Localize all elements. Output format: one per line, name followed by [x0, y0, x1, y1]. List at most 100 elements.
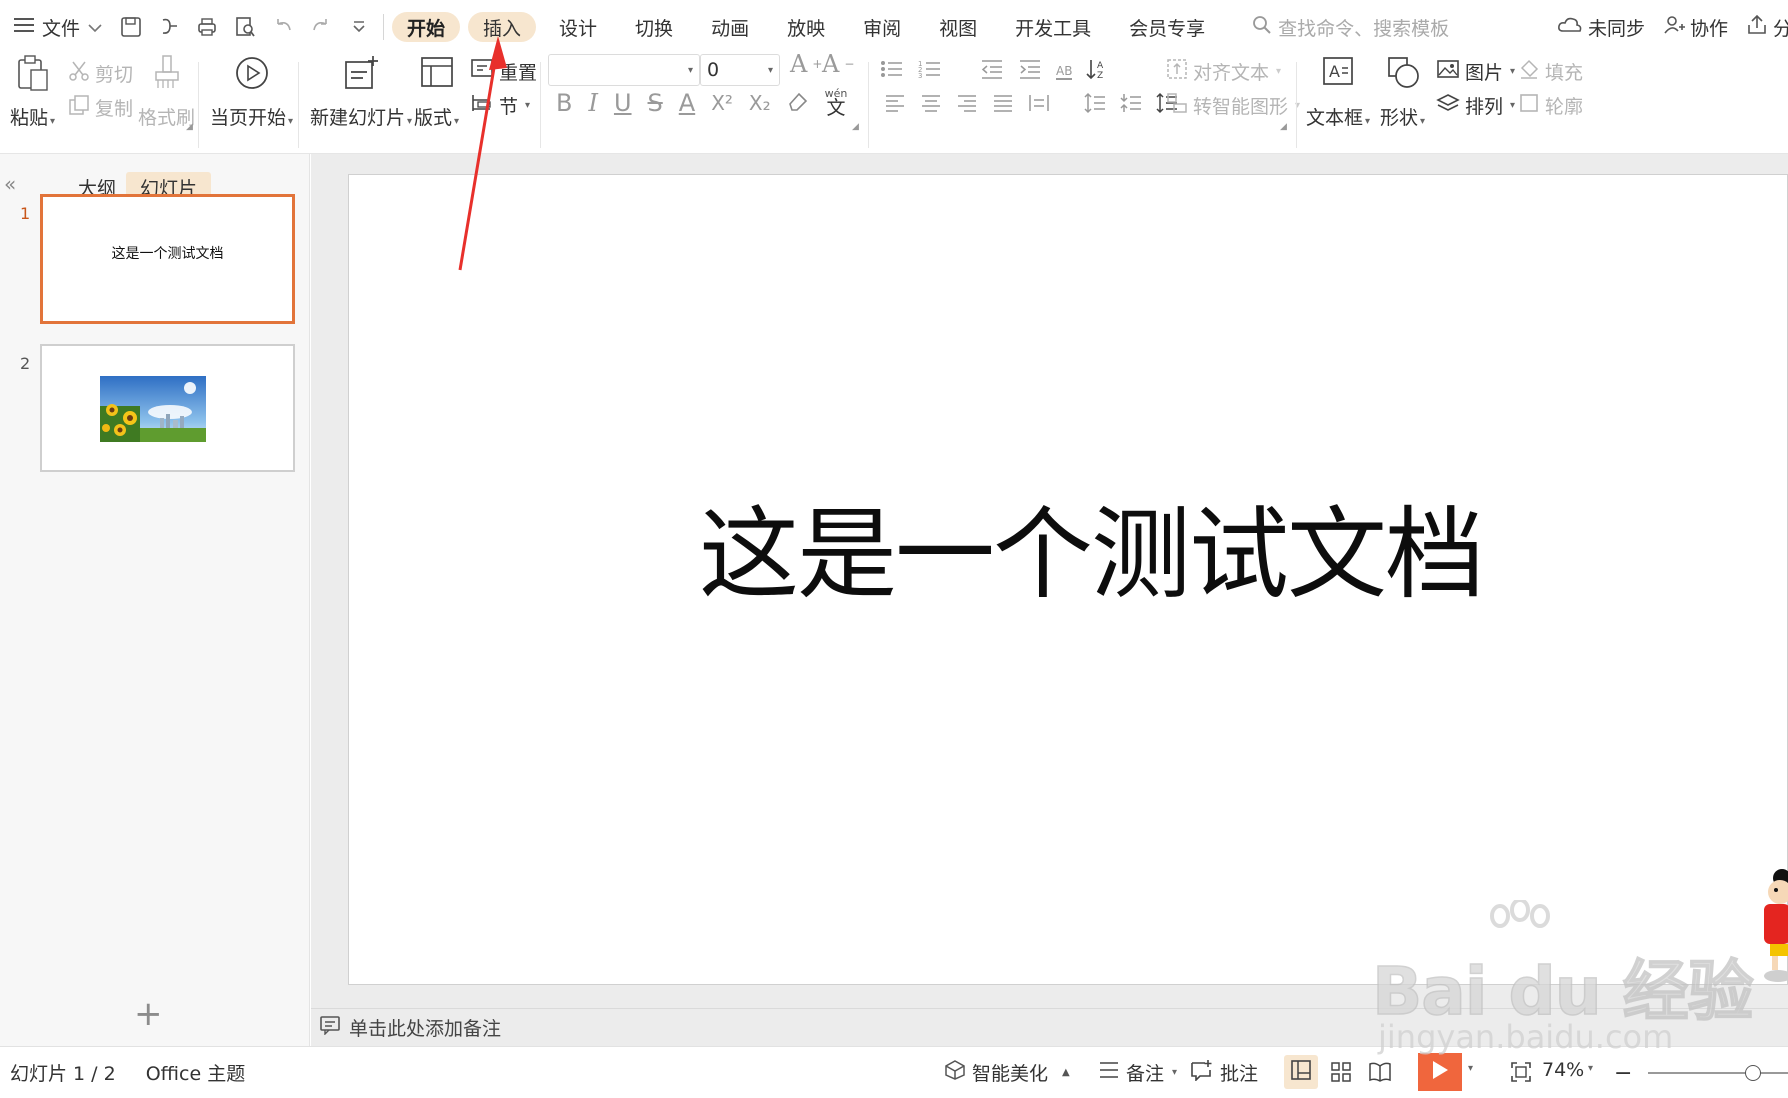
tab-label: 会员专享 [1129, 17, 1206, 40]
smartart-label: 转智能图形 [1193, 96, 1289, 118]
collab-button[interactable]: 协作 [1663, 14, 1728, 41]
tab-7[interactable]: 视图 [924, 12, 992, 42]
fill-button[interactable]: 填充 [1518, 58, 1583, 85]
slide-sorter-icon[interactable] [1330, 1061, 1352, 1088]
new-slide-button[interactable]: 新建幻灯片 ▾ [310, 54, 412, 130]
shrink-font-button[interactable]: A − [822, 50, 854, 78]
smart-beautify-button[interactable]: 智能美化 ▲ [944, 1059, 1070, 1086]
smartart-button[interactable]: 转智能图形 ▾ [1166, 92, 1300, 119]
font-color-button[interactable]: A [679, 89, 695, 117]
tab-3[interactable]: 切换 [620, 12, 688, 42]
font-name-select[interactable]: ▾ [548, 54, 700, 86]
increase-indent-icon[interactable] [1018, 58, 1042, 85]
comments-button[interactable]: 批注 [1190, 1059, 1258, 1086]
bold-button[interactable]: B [556, 89, 572, 117]
tab-5[interactable]: 放映 [772, 12, 840, 42]
picture-button[interactable]: 图片 ▾ [1436, 58, 1515, 85]
bullets-icon[interactable] [880, 58, 904, 85]
zoom-level[interactable]: 74% [1542, 1059, 1584, 1081]
italic-button[interactable]: I [588, 89, 597, 117]
copy-icon [68, 94, 90, 121]
arrange-button[interactable]: 排列 ▾ [1436, 92, 1515, 119]
underline-button[interactable]: U [614, 89, 632, 117]
customize-toolbar-icon[interactable] [343, 11, 375, 43]
sync-button[interactable]: 未同步 [1557, 14, 1645, 41]
section-label: 节 [499, 96, 519, 118]
tab-9[interactable]: 会员专享 [1114, 12, 1220, 42]
align-left-icon[interactable] [884, 92, 906, 119]
dialog-launcher-icon[interactable]: ◢ [852, 122, 859, 132]
print-icon[interactable] [191, 11, 223, 43]
subscript-button[interactable]: X₂ [749, 91, 771, 115]
collapse-pane-icon[interactable]: « [4, 172, 16, 196]
tab-label: 动画 [711, 17, 750, 40]
normal-view-button[interactable] [1284, 1055, 1318, 1089]
shape-button[interactable]: 形状 ▾ [1380, 54, 1425, 130]
copy-button[interactable]: 复制 [68, 94, 133, 121]
tab-1[interactable]: 插入 [468, 12, 537, 42]
slideshow-options-icon[interactable]: ▾ [1468, 1063, 1473, 1074]
comments-label: 批注 [1220, 1063, 1259, 1085]
svg-text:A: A [1329, 62, 1340, 81]
file-menu[interactable]: 文件 [0, 0, 115, 54]
print-preview-icon[interactable] [229, 11, 261, 43]
font-size-select[interactable]: 0 ▾ [700, 54, 780, 86]
tab-2[interactable]: 设计 [544, 12, 612, 42]
slide-thumbnail-2[interactable] [40, 344, 295, 472]
paragraph-row-2 [884, 92, 1182, 119]
tab-8[interactable]: 开发工具 [1000, 12, 1106, 42]
line-spacing-icon[interactable] [1084, 92, 1106, 119]
text-box-button[interactable]: A 文本框 ▾ [1306, 54, 1370, 130]
zoom-out-button[interactable]: − [1614, 1061, 1632, 1086]
tab-6[interactable]: 审阅 [848, 12, 916, 42]
tab-0[interactable]: 开始 [392, 12, 461, 42]
paragraph-spacing-icon[interactable] [1120, 92, 1142, 119]
distribute-icon[interactable] [1028, 92, 1050, 119]
tab-4[interactable]: 动画 [696, 12, 764, 42]
shrink-font-icon: A [822, 50, 840, 78]
slide-thumbnail-1[interactable]: 这是一个测试文档 [40, 194, 295, 324]
numbering-icon[interactable]: 123 [918, 58, 942, 85]
align-right-icon[interactable] [956, 92, 978, 119]
export-pdf-icon[interactable] [153, 11, 185, 43]
redo-icon[interactable] [305, 11, 337, 43]
sort-icon[interactable]: AZ [1086, 58, 1114, 85]
save-icon[interactable] [115, 11, 147, 43]
play-from-current-button[interactable]: 当页开始 ▾ [210, 54, 293, 130]
dialog-launcher-icon[interactable]: ◢ [1280, 122, 1287, 132]
add-slide-button[interactable]: + [134, 994, 163, 1034]
search-box[interactable]: 查找命令、搜索模板 [1252, 14, 1449, 41]
fit-window-icon[interactable] [1510, 1061, 1532, 1088]
justify-icon[interactable] [992, 92, 1014, 119]
outline-button[interactable]: 轮廓 [1518, 92, 1583, 119]
slide-title-text[interactable]: 这是一个测试文档 [349, 473, 1787, 618]
slide-canvas[interactable]: 这是一个测试文档 [348, 174, 1788, 985]
share-button[interactable]: 分 [1746, 14, 1788, 41]
align-text-button[interactable]: 对齐文本 ▾ [1166, 58, 1281, 85]
section-button[interactable]: 节 ▾ [470, 92, 530, 119]
undo-icon[interactable] [267, 11, 299, 43]
decrease-indent-icon[interactable] [980, 58, 1004, 85]
dialog-launcher-icon[interactable]: ◢ [186, 122, 193, 132]
picture-icon [1436, 58, 1460, 85]
theme-name[interactable]: Office 主题 [146, 1059, 246, 1086]
superscript-button[interactable]: X² [711, 91, 733, 115]
layers-icon [1436, 92, 1460, 119]
strikethrough-button[interactable]: S [648, 89, 663, 117]
chevron-down-icon [88, 16, 102, 38]
cut-button[interactable]: 剪切 [68, 60, 133, 87]
layout-button[interactable]: 版式 ▾ [414, 54, 459, 130]
eraser-icon[interactable] [787, 90, 809, 117]
phonetic-guide-button[interactable]: wén 文 [825, 88, 848, 118]
format-painter-button[interactable]: 格式刷 [138, 54, 195, 130]
align-center-icon[interactable] [920, 92, 942, 119]
paste-button[interactable]: 粘贴 ▾ [10, 54, 55, 130]
grow-font-button[interactable]: A + [790, 50, 822, 78]
zoom-slider[interactable] [1648, 1065, 1788, 1081]
zoom-slider-handle[interactable] [1745, 1065, 1761, 1081]
reset-button[interactable]: 重置 [470, 58, 537, 85]
notes-toggle-button[interactable]: 备注 ▾ [1098, 1059, 1177, 1086]
reading-view-icon[interactable] [1368, 1061, 1392, 1088]
text-direction-button[interactable]: AB [1056, 64, 1073, 80]
zoom-options-icon[interactable]: ▾ [1588, 1063, 1593, 1074]
